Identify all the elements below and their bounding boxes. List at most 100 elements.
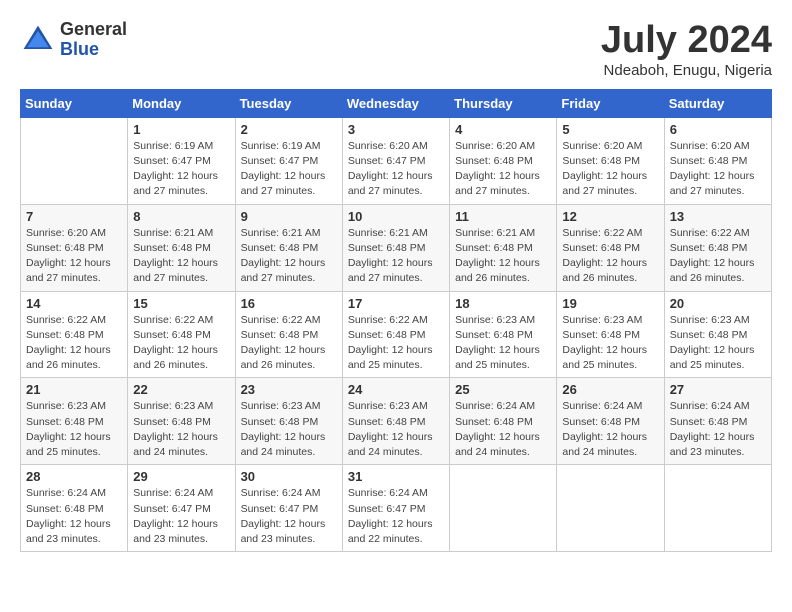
day-info: Sunrise: 6:24 AMSunset: 6:48 PMDaylight:… <box>670 399 766 460</box>
daylight-minutes-text: and 24 minutes. <box>455 446 530 458</box>
day-number: 13 <box>670 209 766 224</box>
daylight-text: Daylight: 12 hours <box>455 170 540 182</box>
daylight-text: Daylight: 12 hours <box>348 518 433 530</box>
calendar-cell: 13Sunrise: 6:22 AMSunset: 6:48 PMDayligh… <box>664 204 771 291</box>
daylight-text: Daylight: 12 hours <box>670 431 755 443</box>
logo-blue: Blue <box>60 40 127 60</box>
daylight-text: Daylight: 12 hours <box>670 170 755 182</box>
sunrise-text: Sunrise: 6:24 AM <box>670 400 750 412</box>
sunrise-text: Sunrise: 6:19 AM <box>241 140 321 152</box>
calendar-cell: 12 Sunrise: 6:22 AM Sunset: 6:48 PM Dayligh… <box>557 204 664 291</box>
day-info: Sunrise: 6:23 AMSunset: 6:48 PMDaylight:… <box>455 313 551 374</box>
day-number: 30 <box>241 469 337 484</box>
daylight-text: Daylight: 12 hours <box>241 257 326 269</box>
daylight-minutes-text: and 25 minutes. <box>670 359 745 371</box>
daylight-text: Daylight: 12 hours <box>562 257 647 269</box>
sunset-text: Sunset: 6:48 PM <box>133 242 211 254</box>
daylight-text: Daylight: 12 hours <box>241 170 326 182</box>
daylight-minutes-text: and 26 minutes. <box>241 359 316 371</box>
daylight-text: Daylight: 12 hours <box>455 257 540 269</box>
sunset-text: Sunset: 6:48 PM <box>670 329 748 341</box>
calendar-cell: 8Sunrise: 6:21 AMSunset: 6:48 PMDaylight… <box>128 204 235 291</box>
calendar-cell: 19Sunrise: 6:23 AMSunset: 6:48 PMDayligh… <box>557 291 664 378</box>
daylight-text: Daylight: 12 hours <box>26 257 111 269</box>
month-title: July 2024 <box>601 20 772 62</box>
daylight-minutes-text: and 25 minutes. <box>455 359 530 371</box>
weekday-header-cell: Saturday <box>664 89 771 117</box>
daylight-minutes-text: and 27 minutes. <box>133 185 208 197</box>
calendar-cell: 14Sunrise: 6:22 AMSunset: 6:48 PMDayligh… <box>21 291 128 378</box>
day-info: Sunrise: 6:23 AMSunset: 6:48 PMDaylight:… <box>241 399 337 460</box>
calendar-cell: 2 Sunrise: 6:19 AM Sunset: 6:47 PM Daylight… <box>235 117 342 204</box>
sunset-text: Sunset: 6:48 PM <box>26 242 104 254</box>
sunrise-text: Sunrise: 6:23 AM <box>562 314 642 326</box>
day-info: Sunrise: 6:21 AMSunset: 6:48 PMDaylight:… <box>348 226 444 287</box>
sunrise-text: Sunrise: 6:21 AM <box>455 227 535 239</box>
daylight-text: Daylight: 12 hours <box>133 431 218 443</box>
sunrise-text: Sunrise: 6:20 AM <box>348 140 428 152</box>
daylight-minutes-text: and 24 minutes. <box>133 446 208 458</box>
daylight-minutes-text: and 26 minutes. <box>562 272 637 284</box>
sunset-text: Sunset: 6:48 PM <box>562 242 640 254</box>
day-number: 26 <box>562 382 658 397</box>
day-info: Sunrise: 6:24 AMSunset: 6:47 PMDaylight:… <box>133 486 229 547</box>
weekday-header-cell: Thursday <box>450 89 557 117</box>
day-number: 4 <box>455 122 551 137</box>
calendar-cell: 20Sunrise: 6:23 AMSunset: 6:48 PMDayligh… <box>664 291 771 378</box>
daylight-text: Daylight: 12 hours <box>348 431 433 443</box>
day-info: Sunrise: 6:20 AMSunset: 6:48 PMDaylight:… <box>455 139 551 200</box>
day-info: Sunrise: 6:20 AMSunset: 6:47 PMDaylight:… <box>348 139 444 200</box>
sunset-text: Sunset: 6:48 PM <box>241 416 319 428</box>
day-number: 28 <box>26 469 122 484</box>
calendar-body: 1Sunrise: 6:19 AMSunset: 6:47 PMDaylight… <box>21 117 772 551</box>
sunset-text: Sunset: 6:48 PM <box>26 329 104 341</box>
day-number: 17 <box>348 296 444 311</box>
sunrise-text: Sunrise: 6:23 AM <box>26 400 106 412</box>
day-info: Sunrise: 6:22 AMSunset: 6:48 PMDaylight:… <box>241 313 337 374</box>
daylight-text: Daylight: 12 hours <box>241 518 326 530</box>
weekday-header-cell: Tuesday <box>235 89 342 117</box>
day-number: 21 <box>26 382 122 397</box>
day-number: 9 <box>241 209 337 224</box>
calendar-cell: 17 Sunrise: 6:22 AMSunset: 6:48 PMDayligh… <box>342 291 449 378</box>
logo-text: General Blue <box>60 20 127 60</box>
sunset-text: Sunset: 6:47 PM <box>348 503 426 515</box>
day-number: 25 <box>455 382 551 397</box>
logo-general: General <box>60 20 127 40</box>
day-info: Sunrise: 6:24 AMSunset: 6:47 PMDaylight:… <box>241 486 337 547</box>
daylight-minutes-text: and 25 minutes. <box>562 359 637 371</box>
calendar-table: SundayMondayTuesdayWednesdayThursdayFrid… <box>20 89 772 552</box>
sunset-text: Sunset: 6:48 PM <box>348 242 426 254</box>
calendar-cell: 11Sunrise: 6:21 AMSunset: 6:48 PMDayligh… <box>450 204 557 291</box>
day-number: 27 <box>670 382 766 397</box>
sunset-text: Sunset: 6:48 PM <box>562 155 640 167</box>
sunrise-text: Sunrise: 6:24 AM <box>348 487 428 499</box>
day-number: 18 <box>455 296 551 311</box>
daylight-text: Daylight: 12 hours <box>455 344 540 356</box>
daylight-minutes-text: and 24 minutes. <box>562 446 637 458</box>
day-number: 20 <box>670 296 766 311</box>
daylight-text: Daylight: 12 hours <box>26 431 111 443</box>
day-info: Sunrise: 6:20 AMSunset: 6:48 PMDaylight:… <box>26 226 122 287</box>
sunset-text: Sunset: 6:48 PM <box>241 329 319 341</box>
weekday-header-cell: Friday <box>557 89 664 117</box>
day-info: Sunrise: 6:22 AMSunset: 6:48 PMDaylight:… <box>348 313 444 374</box>
daylight-minutes-text: and 26 minutes. <box>133 359 208 371</box>
day-number: 11 <box>455 209 551 224</box>
day-number: 12 <box>562 209 658 224</box>
daylight-text: Daylight: 12 hours <box>133 344 218 356</box>
day-number: 23 <box>241 382 337 397</box>
sunrise-text: Sunrise: 6:24 AM <box>241 487 321 499</box>
sunset-text: Sunset: 6:47 PM <box>241 155 319 167</box>
sunset-text: Sunset: 6:48 PM <box>455 155 533 167</box>
weekday-header-cell: Wednesday <box>342 89 449 117</box>
day-number: 5 <box>562 122 658 137</box>
day-info: Sunrise: 6:19 AMSunset: 6:47 PMDaylight:… <box>133 139 229 200</box>
day-number: 16 <box>241 296 337 311</box>
day-number: 2 <box>241 122 337 137</box>
sunrise-text: Sunrise: 6:22 AM <box>562 227 642 239</box>
day-number: 10 <box>348 209 444 224</box>
sunrise-text: Sunrise: 6:24 AM <box>455 400 535 412</box>
day-info: Sunrise: 6:22 AM Sunset: 6:48 PM Daylight:… <box>562 226 658 287</box>
day-info: Sunrise: 6:23 AMSunset: 6:48 PMDaylight:… <box>133 399 229 460</box>
